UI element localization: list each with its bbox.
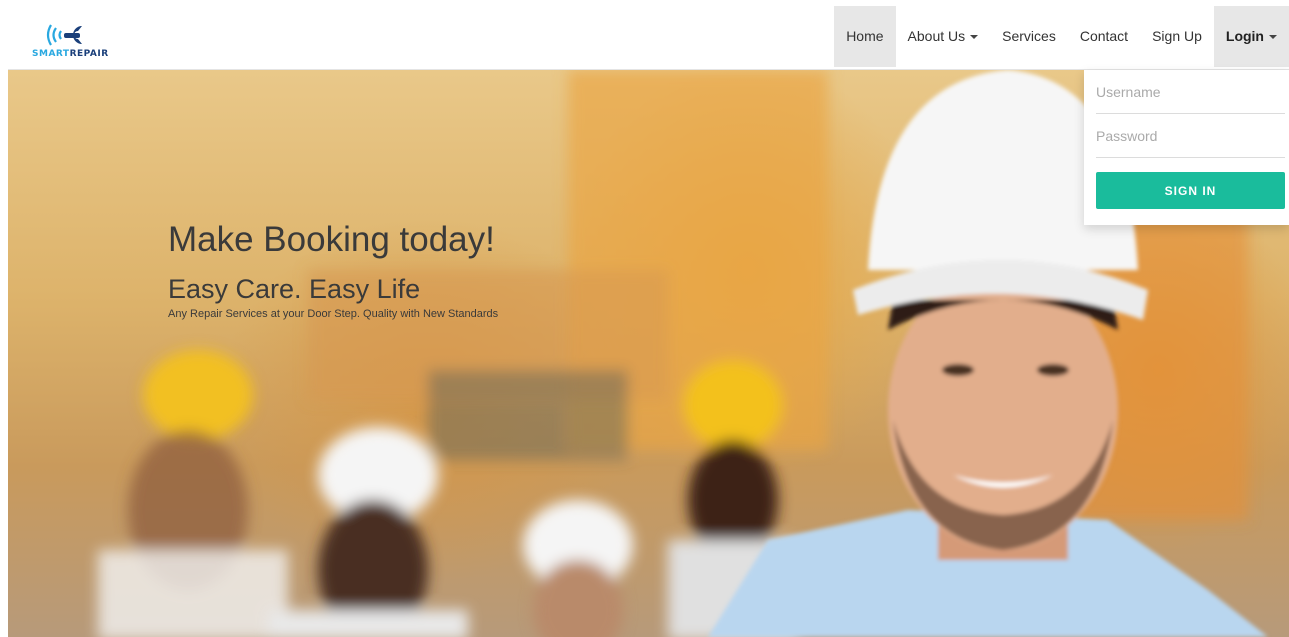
password-field[interactable] xyxy=(1096,114,1285,158)
caret-down-icon xyxy=(970,35,979,40)
hero-description: Any Repair Services at your Door Step. Q… xyxy=(168,308,499,320)
nav-contact[interactable]: Contact xyxy=(1068,6,1140,67)
brand-logo[interactable]: SMARTREPAIR xyxy=(32,22,122,62)
username-field[interactable] xyxy=(1096,70,1285,114)
hero-subtitle: Easy Care. Easy Life xyxy=(168,274,421,304)
navbar: SMARTREPAIR Home About Us Services Conta… xyxy=(8,6,1289,70)
hero-text-block: Make Booking today! Easy Care. Easy Life… xyxy=(168,220,498,320)
nav-home[interactable]: Home xyxy=(834,6,896,67)
hero-title: Make Booking today! xyxy=(168,220,495,259)
nav-about-us[interactable]: About Us xyxy=(896,6,991,67)
nav-login[interactable]: Login xyxy=(1213,6,1289,67)
nav-services[interactable]: Services xyxy=(990,6,1068,67)
nav-sign-up[interactable]: Sign Up xyxy=(1140,6,1214,67)
wireless-wrench-icon xyxy=(46,24,82,46)
sign-in-button[interactable]: SIGN IN xyxy=(1096,172,1285,209)
main-nav: Home About Us Services Contact Sign Up L… xyxy=(834,6,1289,67)
brand-name: SMARTREPAIR xyxy=(32,49,109,59)
caret-down-icon xyxy=(1269,35,1277,40)
login-dropdown: SIGN IN xyxy=(1084,70,1289,225)
